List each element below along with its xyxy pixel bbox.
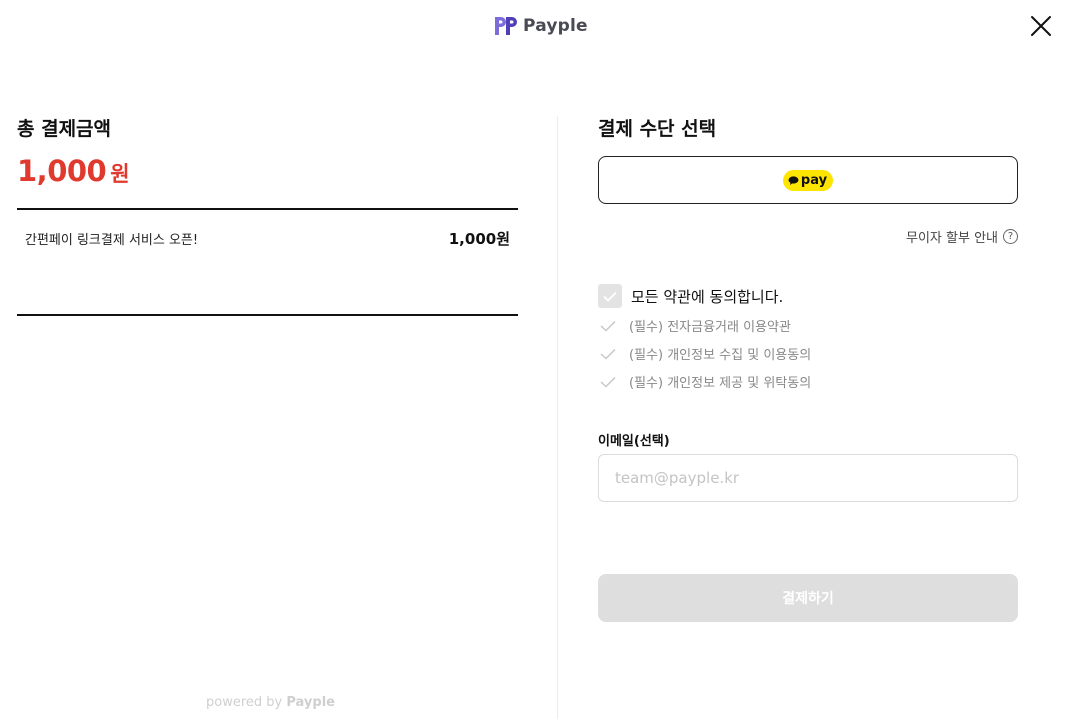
order-item-price: 1,000원 xyxy=(448,230,510,248)
agree-all-check-icon xyxy=(598,284,622,308)
powered-by: powered by Payple xyxy=(206,695,335,710)
check-icon xyxy=(600,320,616,332)
term-item-privacy-provision[interactable]: (필수) 개인정보 제공 및 위탁동의 xyxy=(600,372,811,391)
installment-info-label: 무이자 할부 안내 xyxy=(906,231,998,246)
kakaopay-label: pay xyxy=(800,172,828,188)
term-item-privacy-collection[interactable]: (필수) 개인정보 수집 및 이용동의 xyxy=(600,344,811,363)
agree-all-label: 모든 약관에 동의합니다. xyxy=(631,287,784,306)
brand-logo: Payple xyxy=(494,14,588,38)
brand-name: Payple xyxy=(523,16,588,36)
check-icon xyxy=(600,376,616,388)
order-item-name: 간편페이 링크결제 서비스 오픈! xyxy=(25,233,199,248)
header: Payple xyxy=(0,0,1077,56)
total-amount-value: 1,000 xyxy=(17,154,107,188)
payment-method-title: 결제 수단 선택 xyxy=(598,118,717,140)
kakaopay-method-button[interactable]: pay xyxy=(598,156,1018,204)
column-divider xyxy=(557,116,558,719)
agree-all-checkbox[interactable]: 모든 약관에 동의합니다. xyxy=(598,284,783,308)
term-item-label: (필수) 전자금융거래 이용약관 xyxy=(629,320,791,335)
total-amount-unit: 원 xyxy=(110,162,130,186)
email-label: 이메일(선택) xyxy=(598,434,670,449)
total-amount: 1,000 원 xyxy=(17,154,130,188)
powered-by-prefix: powered by xyxy=(206,695,283,710)
check-icon xyxy=(600,348,616,360)
pay-button[interactable]: 결제하기 xyxy=(598,574,1018,622)
payple-logo-icon xyxy=(495,17,517,35)
email-field[interactable] xyxy=(598,454,1018,502)
question-circle-icon: ? xyxy=(1003,229,1018,244)
total-label: 총 결제금액 xyxy=(17,118,112,140)
summary-divider-bottom xyxy=(17,314,518,316)
installment-info-link[interactable]: 무이자 할부 안내 ? xyxy=(906,227,1018,246)
close-icon[interactable] xyxy=(1028,13,1054,39)
term-item-label: (필수) 개인정보 제공 및 위탁동의 xyxy=(629,376,812,391)
term-item-electronic-finance[interactable]: (필수) 전자금융거래 이용약관 xyxy=(600,316,791,335)
kakaopay-badge: pay xyxy=(782,169,834,191)
powered-by-brand: Payple xyxy=(286,695,335,710)
kakao-bubble-icon xyxy=(788,175,799,185)
term-item-label: (필수) 개인정보 수집 및 이용동의 xyxy=(629,348,812,363)
summary-divider-top xyxy=(17,208,518,210)
order-item-row: 간편페이 링크결제 서비스 오픈! 1,000원 xyxy=(25,228,510,249)
